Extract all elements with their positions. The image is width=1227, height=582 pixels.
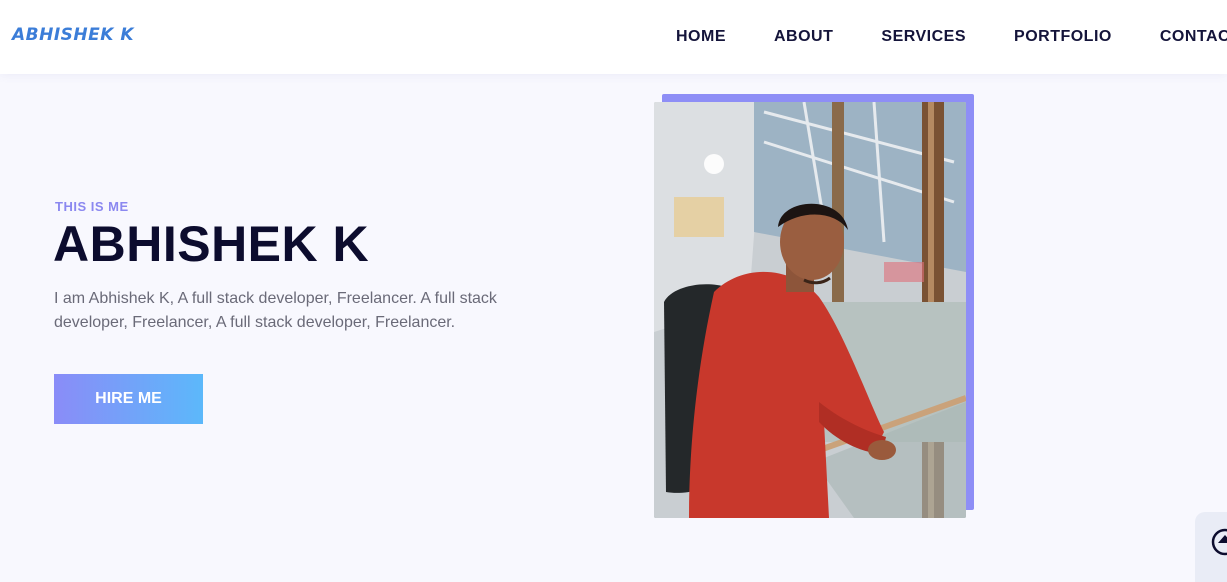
main-nav: HOME ABOUT SERVICES PORTFOLIO CONTACT [676, 0, 1227, 74]
hero-description: I am Abhishek K, A full stack developer,… [54, 290, 497, 331]
hire-me-button[interactable]: HIRE ME [54, 374, 203, 424]
arrow-up-circle-icon [1211, 528, 1227, 556]
profile-photo [654, 102, 966, 518]
nav-portfolio[interactable]: PORTFOLIO [1014, 28, 1112, 46]
nav-services[interactable]: SERVICES [881, 28, 966, 46]
nav-about[interactable]: ABOUT [774, 28, 833, 46]
site-logo[interactable]: ABHISHEK K [12, 25, 134, 45]
hero-title: ABHISHEK K [53, 216, 370, 272]
site-header: ABHISHEK K HOME ABOUT SERVICES PORTFOLIO… [0, 0, 1227, 74]
hero-eyebrow: THIS IS ME [55, 199, 129, 214]
nav-home[interactable]: HOME [676, 28, 726, 46]
scroll-to-top-button[interactable] [1195, 512, 1227, 582]
nav-contact[interactable]: CONTACT [1160, 28, 1227, 46]
